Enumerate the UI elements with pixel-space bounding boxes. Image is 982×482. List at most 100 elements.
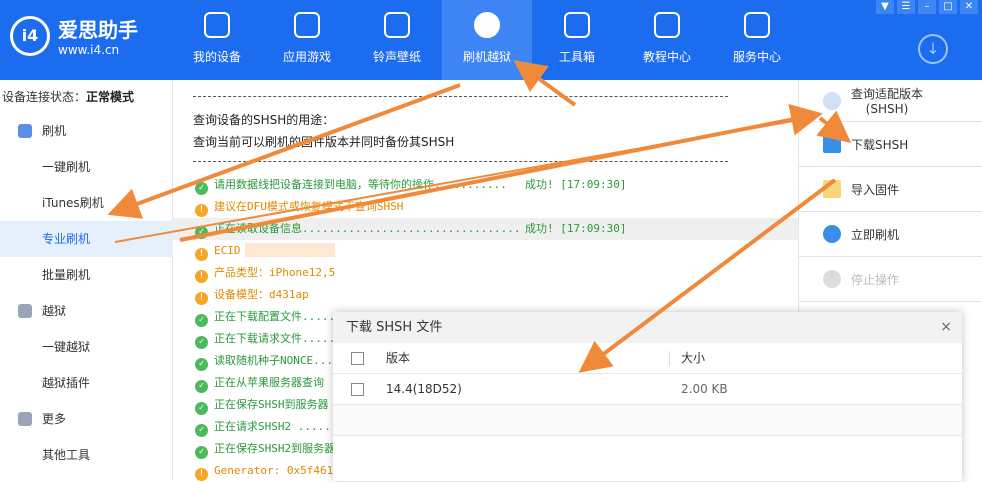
sidebar-item-itunes-flash[interactable]: iTunes刷机	[0, 185, 173, 221]
log-text: 设备模型：d431ap	[214, 288, 309, 301]
intro-title: 查询设备的SHSH的用途：	[193, 113, 335, 127]
select-all-checkbox[interactable]	[351, 352, 364, 365]
nav-toolbox[interactable]: 工具箱	[532, 0, 622, 80]
log-text: 正在下载配置文件......	[214, 310, 342, 323]
flash-now-button[interactable]: 立即刷机	[799, 212, 982, 257]
close-button[interactable]: ✕	[960, 0, 978, 14]
log-row: ✓ 请用数据线把设备连接到电脑，等待你的操作........... 成功! [17:…	[173, 174, 798, 196]
sidebar-item-one-click-flash[interactable]: 一键刷机	[0, 149, 173, 185]
nav-service[interactable]: 服务中心	[712, 0, 802, 80]
music-icon	[384, 12, 410, 38]
check-icon: ✓	[195, 446, 208, 459]
check-icon: ✓	[195, 424, 208, 437]
log-row: ! 产品类型：iPhone12,5	[173, 262, 798, 284]
warning-icon: !	[195, 292, 208, 305]
sidebar: 设备连接状态：正常模式 刷机 一键刷机 iTunes刷机 专业刷机 批量刷机 越…	[0, 80, 173, 481]
top-header: i4 爱思助手 www.i4.cn 我的设备 应用游戏 铃声壁纸 刷机越狱 工具箱…	[0, 0, 982, 80]
nav-label: 应用游戏	[282, 50, 331, 64]
app-name: 爱思助手	[58, 18, 138, 42]
action-label: 立即刷机	[851, 227, 900, 242]
warning-icon: !	[195, 204, 208, 217]
check-icon: ✓	[195, 358, 208, 371]
query-shsh-button[interactable]: 查询适配版本 (SHSH)	[799, 80, 982, 122]
sidebar-item-other-tools[interactable]: 其他工具	[0, 437, 173, 473]
check-icon: ✓	[195, 336, 208, 349]
connection-status: 设备连接状态：正常模式	[2, 88, 134, 105]
size-cell: 2.00 KB	[681, 382, 728, 396]
action-label: 下载SHSH	[851, 137, 909, 152]
download-shsh-icon	[823, 135, 841, 153]
nav-apps[interactable]: 应用游戏	[262, 0, 352, 80]
nav-label: 刷机越狱	[462, 50, 511, 64]
shield-icon	[18, 304, 32, 318]
main-nav: 我的设备 应用游戏 铃声壁纸 刷机越狱 工具箱 教程中心 服务中心	[172, 0, 802, 80]
dialog-title: 下载 SHSH 文件	[346, 320, 443, 335]
check-icon: ✓	[195, 314, 208, 327]
log-row: ! 建议在DFU模式或恢复模式下查询SHSH	[173, 196, 798, 218]
graduation-cap-icon	[654, 12, 680, 38]
action-label: 查询适配版本 (SHSH)	[851, 87, 924, 116]
log-text: 正在请求SHSH2 ......	[214, 420, 338, 433]
log-row: ! ECID	[173, 240, 798, 262]
action-label: 停止操作	[851, 272, 900, 287]
sidebar-item-batch-flash[interactable]: 批量刷机	[0, 257, 173, 293]
status-value: 正常模式	[86, 90, 135, 104]
warning-icon: !	[195, 468, 208, 481]
log-text: 请用数据线把设备连接到电脑，等待你的操作...........	[214, 178, 507, 191]
log-text: 正在保存SHSH2到服务器	[214, 442, 336, 455]
log-row: ✓ 正在读取设备信息...............................…	[173, 218, 798, 240]
version-cell: 14.4(18D52)	[386, 382, 462, 396]
warning-icon: !	[195, 270, 208, 283]
table-row[interactable]: 14.4(18D52) 2.00 KB	[333, 374, 962, 405]
menu-button[interactable]: ☰	[897, 0, 915, 14]
maximize-button[interactable]: □	[939, 0, 957, 14]
divider	[193, 96, 728, 97]
import-firmware-button[interactable]: 导入固件	[799, 167, 982, 212]
download-icon[interactable]: ↓	[918, 34, 948, 64]
log-text: 正在保存SHSH到服务器	[214, 398, 329, 411]
sidebar-item-pro-flash[interactable]: 专业刷机	[0, 221, 173, 257]
sidebar-group-more[interactable]: 更多	[0, 401, 173, 437]
log-text: ECID	[214, 244, 241, 257]
nav-my-device[interactable]: 我的设备	[172, 0, 262, 80]
row-checkbox[interactable]	[351, 383, 364, 396]
phone-icon	[204, 12, 230, 38]
shield-key-icon	[474, 12, 500, 38]
app-logo: i4 爱思助手 www.i4.cn	[10, 14, 138, 57]
status-label: 设备连接状态：	[2, 90, 87, 104]
stop-button[interactable]: 停止操作	[799, 257, 982, 302]
sidebar-item-jailbreak-plugins[interactable]: 越狱插件	[0, 365, 173, 401]
nav-ringtones[interactable]: 铃声壁纸	[352, 0, 442, 80]
search-shsh-icon	[823, 91, 841, 110]
download-shsh-button[interactable]: 下载SHSH	[799, 122, 982, 167]
nav-label: 工具箱	[558, 50, 595, 64]
toolbox-icon	[564, 12, 590, 38]
sidebar-label: 更多	[42, 412, 67, 426]
log-text: 正在从苹果服务器查询	[214, 376, 324, 389]
sidebar-label: 越狱	[42, 304, 67, 318]
log-result: 成功! [17:09:30]	[525, 222, 627, 235]
log-text: 建议在DFU模式或恢复模式下查询SHSH	[214, 200, 404, 213]
nav-flash-jailbreak[interactable]: 刷机越狱	[442, 0, 532, 80]
dialog-close-button[interactable]: ×	[940, 312, 952, 343]
log-text: Generator: 0x5f4616e	[214, 464, 347, 477]
sidebar-group-jailbreak[interactable]: 越狱	[0, 293, 173, 329]
log-text: 正在读取设备信息................................…	[214, 222, 521, 235]
check-icon: ✓	[195, 380, 208, 393]
minimize-button[interactable]: –	[918, 0, 936, 14]
sidebar-item-one-click-jailbreak[interactable]: 一键越狱	[0, 329, 173, 365]
nav-tutorials[interactable]: 教程中心	[622, 0, 712, 80]
stop-icon	[823, 270, 841, 288]
col-version: 版本	[386, 351, 411, 365]
table-header: 版本 大小	[333, 343, 962, 374]
phone-icon	[18, 124, 32, 138]
logo-icon: i4	[10, 15, 50, 56]
log-result: 成功! [17:09:30]	[525, 178, 627, 191]
sidebar-group-flash[interactable]: 刷机	[0, 113, 173, 149]
intro-desc: 查询当前可以刷机的固件版本并同时备份其SHSH	[193, 135, 455, 149]
col-size: 大小	[681, 351, 706, 365]
skin-button[interactable]: ▼	[876, 0, 894, 14]
redacted-ecid	[244, 243, 335, 257]
sidebar-label: 刷机	[42, 124, 67, 138]
nav-label: 教程中心	[642, 50, 691, 64]
